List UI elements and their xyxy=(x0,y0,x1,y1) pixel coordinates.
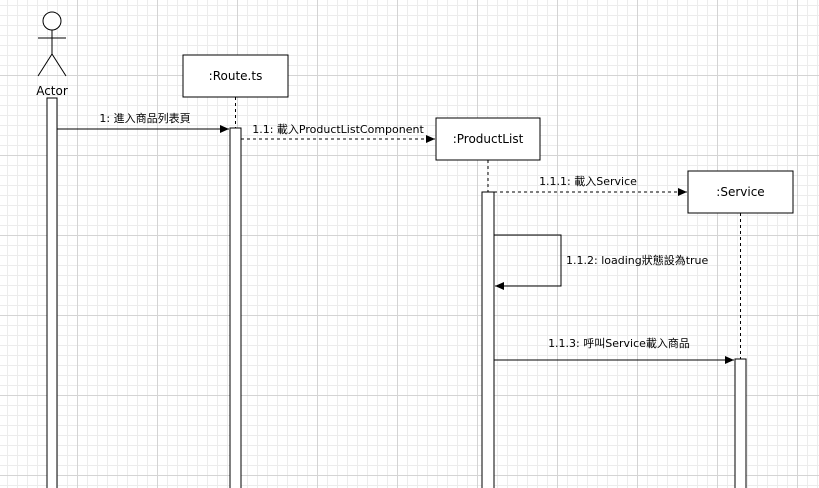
route-activation-bar[interactable] xyxy=(229,127,242,488)
actor-activation-bar[interactable] xyxy=(46,97,58,488)
service-activation-bar[interactable] xyxy=(734,358,747,488)
actor-left-leg xyxy=(37,53,53,77)
route-participant-label: :Route.ts xyxy=(209,69,263,83)
message-1-1-2-label: 1.1.2: loading狀態設為true xyxy=(566,253,709,267)
service-participant-label: :Service xyxy=(716,185,764,199)
message-1-label: 1: 進入商品列表頁 xyxy=(99,111,190,125)
productlist-activation-bar[interactable] xyxy=(481,191,495,488)
productlist-participant-label: :ProductList xyxy=(453,132,524,146)
actor-head xyxy=(42,11,62,31)
actor-right-leg xyxy=(51,53,67,77)
actor-label: Actor xyxy=(36,84,68,98)
message-1-1-label: 1.1: 載入ProductListComponent xyxy=(252,123,424,136)
message-1-1-2-arrow[interactable] xyxy=(494,234,562,290)
message-1-1-1-label: 1.1.1: 載入Service xyxy=(539,175,637,188)
actor-figure[interactable] xyxy=(37,11,67,77)
sequence-diagram: Actor :Route.ts :ProductList :Service 1:… xyxy=(36,11,794,488)
message-1-1-3-label: 1.1.3: 呼叫Service載入商品 xyxy=(548,336,690,350)
